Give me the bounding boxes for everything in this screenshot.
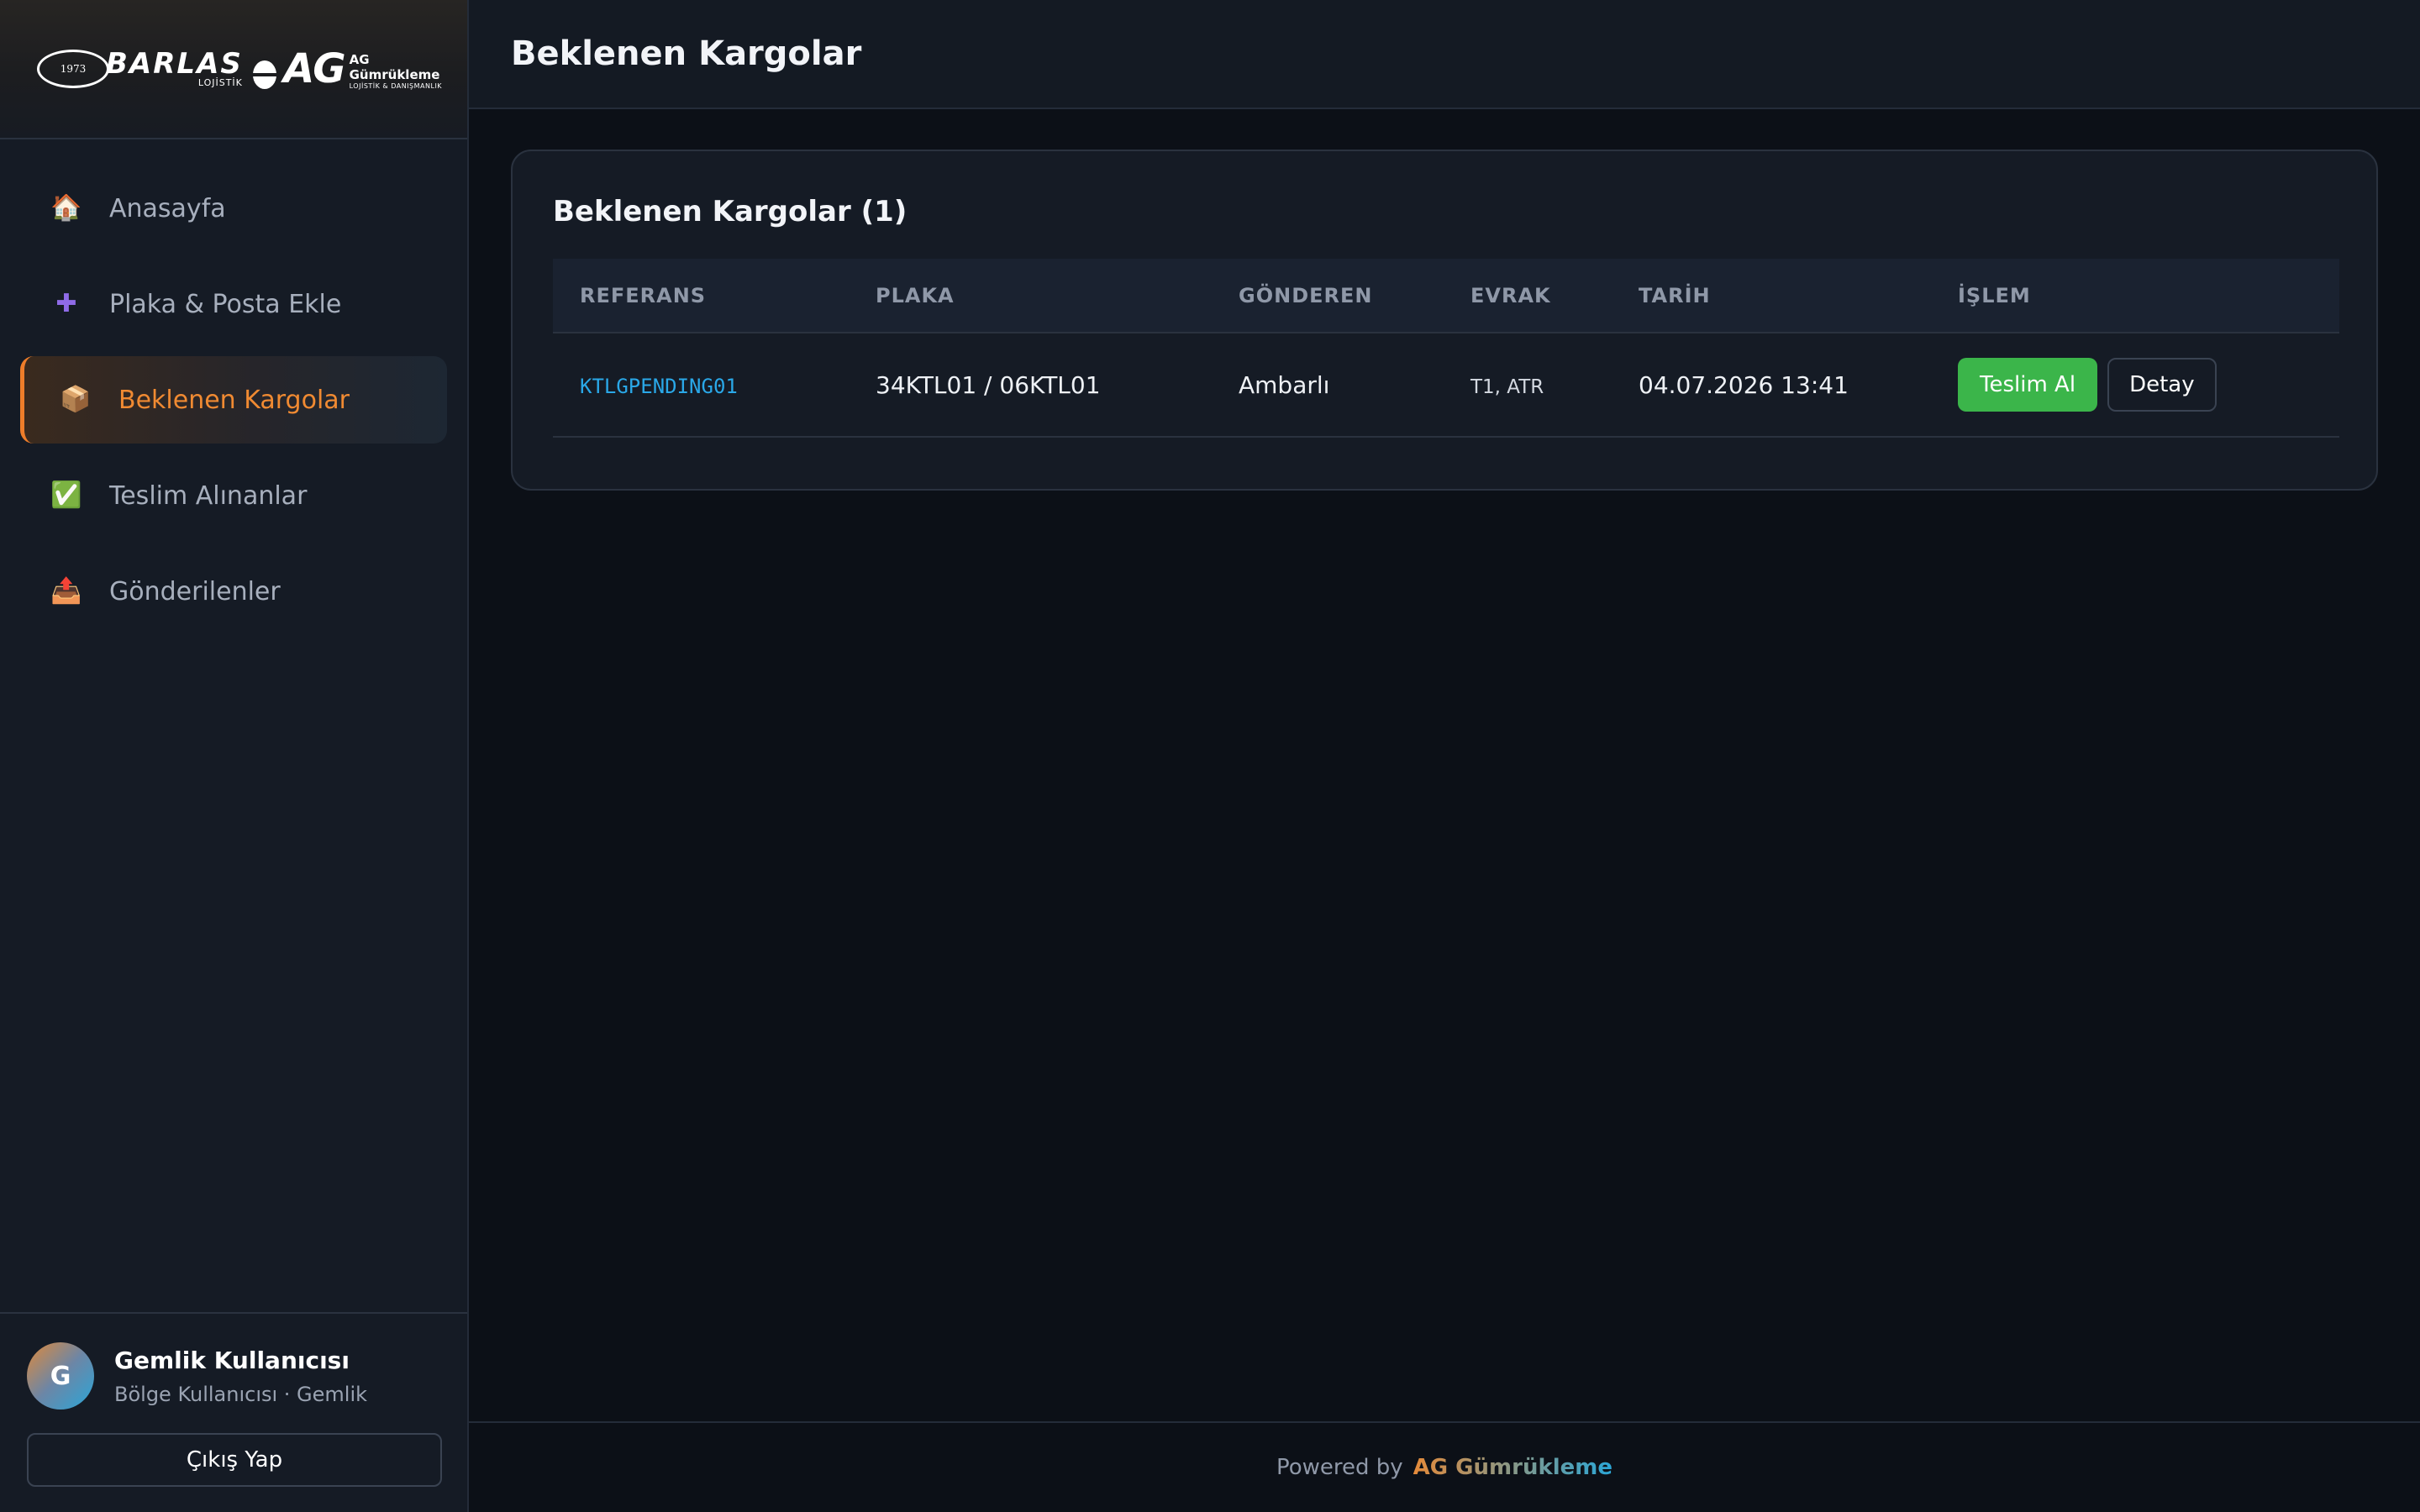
footer-brand-link[interactable]: AG Gümrükleme [1413, 1455, 1612, 1480]
brand-header: 1973 BARLAS LOJİSTİK AG AG Gümrükleme LO… [0, 0, 467, 139]
sidebar-item-label: Beklenen Kargolar [118, 385, 350, 415]
sidebar-item-label: Plaka & Posta Ekle [109, 289, 342, 319]
avatar: G [27, 1342, 94, 1410]
page-title: Beklenen Kargolar [511, 34, 862, 73]
ag-logo-title: AG Gümrükleme [349, 52, 440, 82]
ag-wordmark: AG Gümrükleme LOJİSTİK & DANIŞMANLIK [350, 52, 445, 91]
user-panel: G Gemlik Kullanıcısı Bölge Kullanıcısı ·… [0, 1312, 467, 1512]
plus-icon: ✚ [55, 289, 77, 318]
sidebar-item-gonderilenler[interactable]: 📤 Gönderilenler [20, 548, 447, 635]
user-name: Gemlik Kullanıcısı [114, 1346, 350, 1374]
table-row: KTLGPENDING01 34KTL01 / 06KTL01 Ambarlı … [553, 333, 2339, 438]
reference-code[interactable]: KTLGPENDING01 [580, 375, 738, 398]
row-actions: Teslim Al Detay [1958, 358, 2339, 412]
cell-reference: KTLGPENDING01 [553, 333, 849, 438]
barlas-logo: 1973 BARLAS LOJİSTİK [37, 50, 243, 88]
ag-logo: AG [283, 45, 346, 92]
sidebar-item-label: Anasayfa [109, 193, 226, 223]
top-bar: Beklenen Kargolar [469, 0, 2420, 109]
sidebar-item-anasayfa[interactable]: 🏠 Anasayfa [20, 165, 447, 252]
logout-button[interactable]: Çıkış Yap [27, 1433, 442, 1487]
cell-documents: T1, ATR [1444, 333, 1612, 438]
sidebar-item-teslim-alinanlar[interactable]: ✅ Teslim Alınanlar [20, 452, 447, 539]
package-icon: 📦 [60, 385, 92, 414]
logo-sub: LOJİSTİK [197, 77, 243, 88]
cell-plate: 34KTL01 / 06KTL01 [849, 333, 1212, 438]
column-header-evrak: EVRAK [1444, 259, 1612, 333]
sidebar-item-label: Gönderilenler [109, 576, 281, 606]
ag-logo-sub: LOJİSTİK & DANIŞMANLIK [349, 82, 443, 90]
column-header-tarih: TARİH [1612, 259, 1931, 333]
documents-value: T1, ATR [1470, 375, 1544, 398]
sidebar-item-label: Teslim Alınanlar [109, 480, 308, 511]
column-header-gonderen: GÖNDEREN [1212, 259, 1444, 333]
main-content: Beklenen Kargolar Beklenen Kargolar (1) … [469, 0, 2420, 1512]
column-header-referans: REFERANS [553, 259, 849, 333]
table-header-row: REFERANS PLAKA GÖNDEREN EVRAK TARİH İŞLE… [553, 259, 2339, 333]
check-box-icon: ✅ [50, 480, 82, 510]
logo-separator-icon [252, 60, 277, 89]
sidebar-item-beklenen-kargolar[interactable]: 📦 Beklenen Kargolar [20, 356, 447, 444]
sidebar-item-plaka-posta-ekle[interactable]: ✚ Plaka & Posta Ekle [20, 260, 447, 348]
pending-cargo-table: REFERANS PLAKA GÖNDEREN EVRAK TARİH İŞLE… [553, 259, 2339, 438]
logo-name: BARLAS [106, 47, 243, 81]
user-details: Gemlik Kullanıcısı Bölge Kullanıcısı · G… [114, 1347, 367, 1406]
card-title: Beklenen Kargolar (1) [553, 195, 908, 228]
logo-year: 1973 [37, 50, 109, 88]
user-role: Bölge Kullanıcısı · Gemlik [114, 1382, 368, 1406]
barlas-wordmark: BARLAS LOJİSTİK [106, 50, 243, 88]
cell-sender: Ambarlı [1212, 333, 1444, 438]
footer: Powered by AG Gümrükleme [469, 1421, 2420, 1512]
sidebar: 1973 BARLAS LOJİSTİK AG AG Gümrükleme LO… [0, 0, 469, 1512]
column-header-islem: İŞLEM [1931, 259, 2339, 333]
house-icon: 🏠 [50, 193, 82, 223]
company-logo[interactable]: 1973 BARLAS LOJİSTİK AG AG Gümrükleme LO… [37, 47, 445, 91]
user-info: G Gemlik Kullanıcısı Bölge Kullanıcısı ·… [27, 1342, 440, 1410]
cell-date: 04.07.2026 13:41 [1612, 333, 1931, 438]
detail-button[interactable]: Detay [2107, 358, 2217, 412]
outbox-icon: 📤 [50, 576, 82, 606]
footer-prefix: Powered by [1276, 1455, 1403, 1480]
receive-button[interactable]: Teslim Al [1958, 358, 2098, 412]
sidebar-nav: 🏠 Anasayfa ✚ Plaka & Posta Ekle 📦 Beklen… [0, 139, 467, 635]
column-header-plaka: PLAKA [849, 259, 1212, 333]
pending-cargo-card: Beklenen Kargolar (1) REFERANS PLAKA GÖN… [511, 150, 2378, 491]
cell-actions: Teslim Al Detay [1931, 333, 2339, 438]
